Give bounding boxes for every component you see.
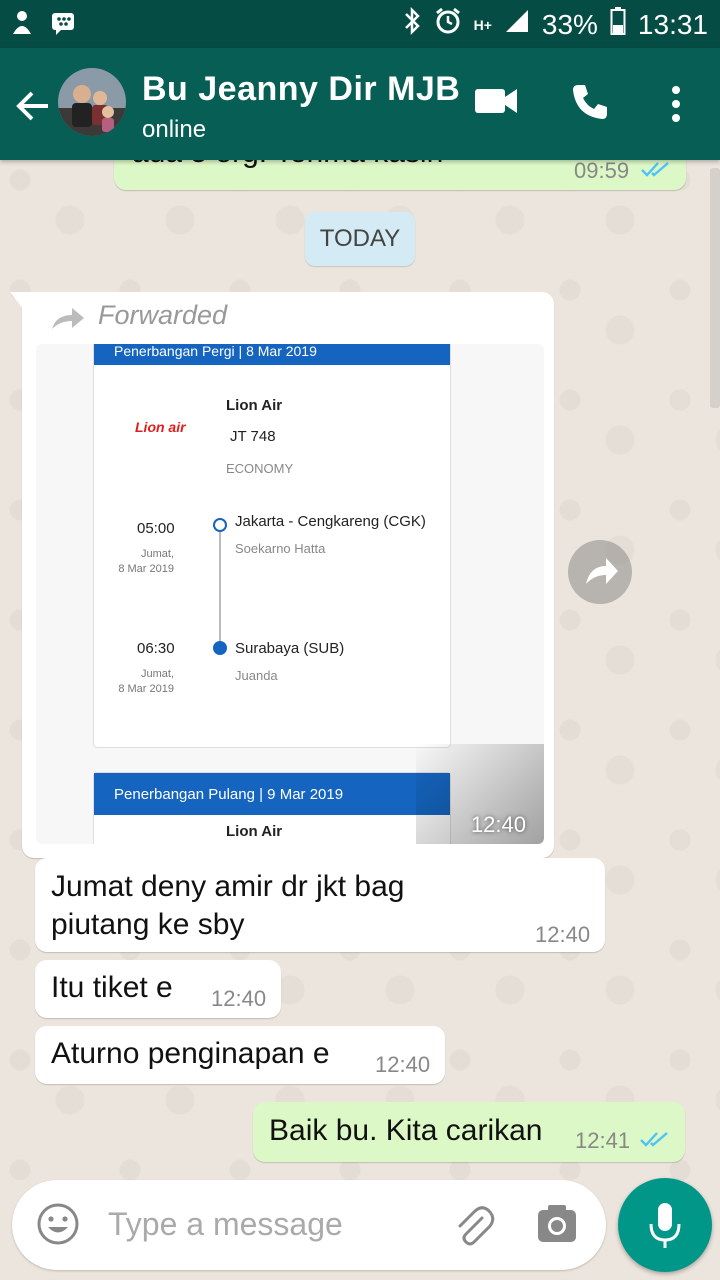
arrival-time: 06:30: [137, 640, 175, 657]
emoji-button[interactable]: [36, 1202, 80, 1251]
departure-airport: Soekarno Hatta: [235, 541, 326, 556]
outbound-flight-card: Penerbangan Pergi | 8 Mar 2019 Lion Air …: [93, 344, 451, 748]
smiley-icon: [37, 1203, 79, 1245]
lion-air-logo: Lion air: [135, 419, 186, 435]
message-time: 12:40: [211, 986, 267, 1011]
outbound-flight-header: Penerbangan Pergi | 8 Mar 2019: [94, 344, 450, 365]
message-text: Baik bu. Kita carikan: [269, 1114, 543, 1147]
message-text-line: piutang ke sby: [51, 908, 245, 941]
paperclip-icon: [458, 1206, 495, 1246]
voice-call-button[interactable]: [570, 82, 610, 127]
message-bubble-incoming[interactable]: Jumat deny amir dr jkt bag piutang ke sb…: [35, 858, 605, 952]
return-flight-card: Penerbangan Pulang | 9 Mar 2019 Lion Air: [93, 772, 451, 844]
arrival-city: Surabaya (SUB): [235, 640, 345, 657]
forwarded-label: Forwarded: [98, 300, 228, 330]
back-button[interactable]: [12, 84, 56, 128]
forwarded-ticket-image[interactable]: Penerbangan Pergi | 8 Mar 2019 Lion Air …: [36, 344, 544, 844]
phone-icon: [573, 85, 607, 119]
message-text-line: Jumat deny amir dr jkt bag: [51, 870, 405, 903]
clock: 13:31: [637, 8, 708, 40]
voice-message-button[interactable]: [618, 1178, 712, 1272]
kebab-menu-icon: [672, 86, 680, 122]
route-line-icon: [213, 518, 227, 655]
message-time: 12:40: [375, 1052, 431, 1077]
message-bubble-outgoing[interactable]: ada 5 org. Terima kasih 09:59: [114, 160, 686, 190]
bluetooth-icon: [402, 6, 422, 43]
chat-area[interactable]: ada 5 org. Terima kasih 09:59 TODAY Forw…: [0, 160, 720, 1180]
notification-icon: [10, 10, 34, 41]
date-divider: TODAY: [305, 212, 415, 266]
departure-day: Jumat,: [140, 548, 174, 560]
bbm-icon: [50, 10, 76, 41]
message-time: 12:40: [470, 812, 526, 837]
forward-arrow-icon: [52, 308, 84, 329]
arrival-airport: Juanda: [235, 668, 278, 683]
forward-message-button[interactable]: [568, 540, 632, 604]
more-options-button[interactable]: [662, 84, 690, 129]
contact-status: online: [142, 116, 207, 143]
avatar[interactable]: [58, 68, 126, 136]
chat-header: Bu Jeanny Dir MJB online: [0, 48, 720, 160]
message-text: ada 5 org. Terima kasih: [132, 160, 443, 172]
arrival-day: Jumat,: [140, 668, 174, 680]
cabin-class: ECONOMY: [226, 461, 294, 476]
message-time: 12:40: [535, 922, 591, 947]
double-check-icon: [641, 162, 669, 177]
microphone-icon: [649, 1203, 681, 1248]
signal-icon: [504, 8, 530, 41]
camera-button[interactable]: [536, 1204, 578, 1249]
bubble-tail: [10, 292, 24, 310]
video-call-button[interactable]: [474, 86, 518, 121]
scrollbar[interactable]: [710, 168, 720, 408]
battery-percent: 33%: [541, 8, 598, 40]
message-bubble-incoming[interactable]: Itu tiket e 12:40: [35, 960, 281, 1018]
arrival-date: 8 Mar 2019: [118, 683, 174, 695]
departure-time: 05:00: [137, 520, 175, 537]
video-camera-icon: [475, 89, 517, 113]
message-input-bar[interactable]: Type a message: [12, 1180, 606, 1270]
message-bubble-outgoing[interactable]: Baik bu. Kita carikan 12:41: [253, 1102, 685, 1162]
return-airline-name: Lion Air: [226, 823, 283, 840]
message-text: Aturno penginapan e: [51, 1037, 330, 1070]
message-text: Itu tiket e: [51, 971, 173, 1004]
double-check-icon: [640, 1132, 668, 1147]
network-type-label: H+: [473, 16, 492, 33]
message-bubble-incoming[interactable]: Aturno penginapan e 12:40: [35, 1026, 445, 1084]
battery-icon: [610, 7, 626, 42]
message-time: 09:59: [574, 160, 630, 183]
airline-name: Lion Air: [226, 397, 283, 414]
contact-name[interactable]: Bu Jeanny Dir MJB: [142, 70, 460, 109]
share-arrow-icon: [586, 558, 618, 584]
camera-icon: [538, 1205, 576, 1242]
status-bar: H+ 33% 13:31: [0, 0, 720, 48]
alarm-icon: [434, 7, 462, 42]
departure-city: Jakarta - Cengkareng (CGK): [235, 513, 426, 530]
flight-number: JT 748: [230, 428, 276, 445]
message-input[interactable]: Type a message: [108, 1206, 343, 1243]
departure-date: 8 Mar 2019: [118, 563, 174, 575]
message-time: 12:41: [575, 1128, 631, 1153]
arrow-left-icon: [16, 91, 48, 121]
attach-button[interactable]: [452, 1204, 496, 1253]
return-flight-header: Penerbangan Pulang | 9 Mar 2019: [94, 773, 450, 815]
